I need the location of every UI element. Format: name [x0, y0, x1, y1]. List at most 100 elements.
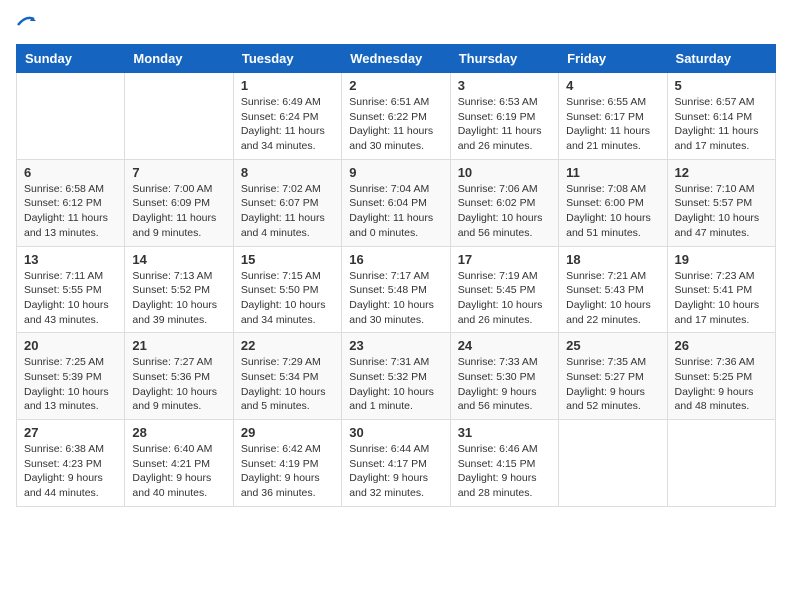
calendar-cell: 19 Sunrise: 7:23 AM Sunset: 5:41 PM Dayli…: [667, 246, 775, 333]
day-info: Sunrise: 7:00 AM Sunset: 6:09 PM Dayligh…: [132, 182, 225, 241]
day-info: Sunrise: 7:27 AM Sunset: 5:36 PM Dayligh…: [132, 355, 225, 414]
calendar-cell: 31 Sunrise: 6:46 AM Sunset: 4:15 PM Dayli…: [450, 420, 558, 507]
day-info: Sunrise: 7:08 AM Sunset: 6:00 PM Dayligh…: [566, 182, 659, 241]
day-number: 4: [566, 78, 659, 93]
week-row-4: 20Sunrise: 7:25 AM Sunset: 5:39 PM Dayli…: [17, 333, 776, 420]
calendar-cell: 11 Sunrise: 7:08 AM Sunset: 6:00 PM Dayli…: [559, 159, 667, 246]
day-info: Sunrise: 7:19 AM Sunset: 5:45 PM Dayligh…: [458, 269, 551, 328]
weekday-header-monday: Monday: [125, 45, 233, 73]
calendar-cell: 26 Sunrise: 7:36 AM Sunset: 5:25 PM Dayli…: [667, 333, 775, 420]
calendar-cell: 13 Sunrise: 7:11 AM Sunset: 5:55 PM Dayli…: [17, 246, 125, 333]
weekday-header-tuesday: Tuesday: [233, 45, 341, 73]
day-number: 8: [241, 165, 334, 180]
day-number: 22: [241, 338, 334, 353]
calendar-cell: 22Sunrise: 7:29 AM Sunset: 5:34 PM Dayli…: [233, 333, 341, 420]
calendar-cell: 12 Sunrise: 7:10 AM Sunset: 5:57 PM Dayli…: [667, 159, 775, 246]
calendar-cell: [125, 73, 233, 160]
day-info: Sunrise: 6:40 AM Sunset: 4:21 PM Dayligh…: [132, 442, 225, 501]
day-info: Sunrise: 7:31 AM Sunset: 5:32 PM Dayligh…: [349, 355, 442, 414]
calendar-cell: [667, 420, 775, 507]
day-number: 17: [458, 252, 551, 267]
day-info: Sunrise: 6:49 AM Sunset: 6:24 PM Dayligh…: [241, 95, 334, 154]
day-info: Sunrise: 6:38 AM Sunset: 4:23 PM Dayligh…: [24, 442, 117, 501]
day-info: Sunrise: 7:36 AM Sunset: 5:25 PM Dayligh…: [675, 355, 768, 414]
day-number: 19: [675, 252, 768, 267]
day-number: 15: [241, 252, 334, 267]
day-number: 16: [349, 252, 442, 267]
day-info: Sunrise: 7:33 AM Sunset: 5:30 PM Dayligh…: [458, 355, 551, 414]
day-info: Sunrise: 7:21 AM Sunset: 5:43 PM Dayligh…: [566, 269, 659, 328]
calendar-cell: 14Sunrise: 7:13 AM Sunset: 5:52 PM Dayli…: [125, 246, 233, 333]
weekday-header-row: SundayMondayTuesdayWednesdayThursdayFrid…: [17, 45, 776, 73]
calendar-cell: 24Sunrise: 7:33 AM Sunset: 5:30 PM Dayli…: [450, 333, 558, 420]
calendar-cell: 23 Sunrise: 7:31 AM Sunset: 5:32 PM Dayli…: [342, 333, 450, 420]
weekday-header-thursday: Thursday: [450, 45, 558, 73]
day-number: 25: [566, 338, 659, 353]
day-number: 18: [566, 252, 659, 267]
day-info: Sunrise: 7:06 AM Sunset: 6:02 PM Dayligh…: [458, 182, 551, 241]
calendar-cell: [17, 73, 125, 160]
weekday-header-friday: Friday: [559, 45, 667, 73]
day-number: 2: [349, 78, 442, 93]
day-info: Sunrise: 6:51 AM Sunset: 6:22 PM Dayligh…: [349, 95, 442, 154]
weekday-header-sunday: Sunday: [17, 45, 125, 73]
day-number: 10: [458, 165, 551, 180]
week-row-3: 13 Sunrise: 7:11 AM Sunset: 5:55 PM Dayli…: [17, 246, 776, 333]
calendar-cell: 16 Sunrise: 7:17 AM Sunset: 5:48 PM Dayli…: [342, 246, 450, 333]
day-info: Sunrise: 6:44 AM Sunset: 4:17 PM Dayligh…: [349, 442, 442, 501]
day-number: 30: [349, 425, 442, 440]
week-row-5: 27 Sunrise: 6:38 AM Sunset: 4:23 PM Dayli…: [17, 420, 776, 507]
calendar-cell: 7 Sunrise: 7:00 AM Sunset: 6:09 PM Daylig…: [125, 159, 233, 246]
day-info: Sunrise: 7:35 AM Sunset: 5:27 PM Dayligh…: [566, 355, 659, 414]
day-info: Sunrise: 7:10 AM Sunset: 5:57 PM Dayligh…: [675, 182, 768, 241]
day-number: 12: [675, 165, 768, 180]
day-number: 21: [132, 338, 225, 353]
calendar-cell: 28 Sunrise: 6:40 AM Sunset: 4:21 PM Dayli…: [125, 420, 233, 507]
day-info: Sunrise: 7:02 AM Sunset: 6:07 PM Dayligh…: [241, 182, 334, 241]
calendar-table: SundayMondayTuesdayWednesdayThursdayFrid…: [16, 44, 776, 507]
day-number: 3: [458, 78, 551, 93]
weekday-header-wednesday: Wednesday: [342, 45, 450, 73]
day-info: Sunrise: 7:11 AM Sunset: 5:55 PM Dayligh…: [24, 269, 117, 328]
day-number: 20: [24, 338, 117, 353]
day-number: 9: [349, 165, 442, 180]
calendar-cell: 29Sunrise: 6:42 AM Sunset: 4:19 PM Dayli…: [233, 420, 341, 507]
calendar-cell: 25 Sunrise: 7:35 AM Sunset: 5:27 PM Dayli…: [559, 333, 667, 420]
day-number: 27: [24, 425, 117, 440]
day-number: 23: [349, 338, 442, 353]
day-info: Sunrise: 6:58 AM Sunset: 6:12 PM Dayligh…: [24, 182, 117, 241]
calendar-cell: 21 Sunrise: 7:27 AM Sunset: 5:36 PM Dayli…: [125, 333, 233, 420]
calendar-cell: 8 Sunrise: 7:02 AM Sunset: 6:07 PM Daylig…: [233, 159, 341, 246]
day-info: Sunrise: 6:57 AM Sunset: 6:14 PM Dayligh…: [675, 95, 768, 154]
calendar-cell: 9Sunrise: 7:04 AM Sunset: 6:04 PM Daylig…: [342, 159, 450, 246]
calendar-cell: 2 Sunrise: 6:51 AM Sunset: 6:22 PM Daylig…: [342, 73, 450, 160]
day-info: Sunrise: 6:53 AM Sunset: 6:19 PM Dayligh…: [458, 95, 551, 154]
calendar-cell: 15 Sunrise: 7:15 AM Sunset: 5:50 PM Dayli…: [233, 246, 341, 333]
calendar-cell: 17 Sunrise: 7:19 AM Sunset: 5:45 PM Dayli…: [450, 246, 558, 333]
calendar-cell: 30 Sunrise: 6:44 AM Sunset: 4:17 PM Dayli…: [342, 420, 450, 507]
day-number: 28: [132, 425, 225, 440]
day-number: 14: [132, 252, 225, 267]
day-number: 13: [24, 252, 117, 267]
day-number: 5: [675, 78, 768, 93]
day-info: Sunrise: 7:23 AM Sunset: 5:41 PM Dayligh…: [675, 269, 768, 328]
day-info: Sunrise: 7:15 AM Sunset: 5:50 PM Dayligh…: [241, 269, 334, 328]
day-number: 26: [675, 338, 768, 353]
calendar-cell: 10 Sunrise: 7:06 AM Sunset: 6:02 PM Dayli…: [450, 159, 558, 246]
page-header: [16, 16, 776, 36]
week-row-1: 1Sunrise: 6:49 AM Sunset: 6:24 PM Daylig…: [17, 73, 776, 160]
calendar-cell: 27 Sunrise: 6:38 AM Sunset: 4:23 PM Dayli…: [17, 420, 125, 507]
calendar-cell: 3 Sunrise: 6:53 AM Sunset: 6:19 PM Daylig…: [450, 73, 558, 160]
day-info: Sunrise: 6:55 AM Sunset: 6:17 PM Dayligh…: [566, 95, 659, 154]
day-number: 29: [241, 425, 334, 440]
weekday-header-saturday: Saturday: [667, 45, 775, 73]
calendar-cell: 20Sunrise: 7:25 AM Sunset: 5:39 PM Dayli…: [17, 333, 125, 420]
calendar-cell: 1Sunrise: 6:49 AM Sunset: 6:24 PM Daylig…: [233, 73, 341, 160]
logo: [16, 16, 36, 36]
day-number: 11: [566, 165, 659, 180]
day-info: Sunrise: 7:17 AM Sunset: 5:48 PM Dayligh…: [349, 269, 442, 328]
day-number: 7: [132, 165, 225, 180]
calendar-cell: 6Sunrise: 6:58 AM Sunset: 6:12 PM Daylig…: [17, 159, 125, 246]
day-info: Sunrise: 6:46 AM Sunset: 4:15 PM Dayligh…: [458, 442, 551, 501]
day-number: 31: [458, 425, 551, 440]
